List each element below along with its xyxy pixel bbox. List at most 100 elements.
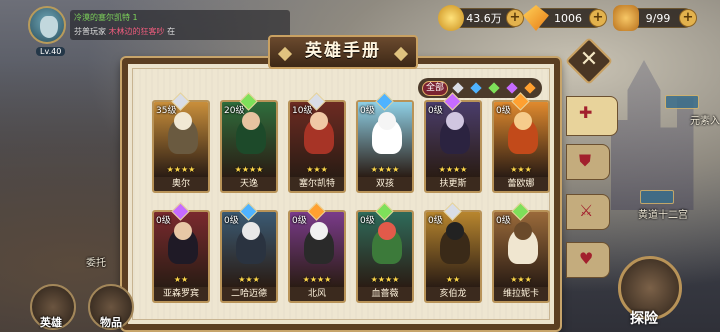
- hero-stars: ★★★★: [302, 275, 332, 284]
- hero-level: 10级: [292, 106, 313, 116]
- hero-card[interactable]: ★★★★ 天逸 20级: [220, 92, 278, 193]
- gold-value: 43.6万: [466, 12, 502, 25]
- zodiac-label[interactable]: 黄道十二宫: [638, 206, 688, 221]
- hero-stars: ★★★: [238, 275, 260, 284]
- hero-head: [446, 222, 464, 240]
- player-avatar[interactable]: [28, 6, 66, 44]
- explore-label[interactable]: 探险: [630, 308, 658, 328]
- hero-level: 0级: [428, 216, 443, 226]
- hero-name: 天逸: [222, 177, 276, 191]
- hero-card[interactable]: ★★★★ 奥尔 35级: [152, 92, 210, 193]
- hero-stars: ★★★★: [370, 275, 400, 284]
- gold-counter: 43.6万 +: [438, 5, 524, 31]
- commission-label[interactable]: 委托: [86, 254, 106, 269]
- hero-name: 二哈迈德: [222, 287, 276, 301]
- hero-name: 双孩: [358, 177, 412, 191]
- stamina-counter: 9/99 +: [613, 5, 697, 31]
- card-frame: ★★★★ 扶更斯 0级: [424, 100, 482, 193]
- add-stamina-button[interactable]: +: [679, 9, 697, 27]
- hero-name: 北风: [290, 287, 344, 301]
- hero-card[interactable]: ★★★ 蕾欧娜 0级: [492, 92, 550, 193]
- hero-name: 塞尔凯特: [290, 177, 344, 191]
- items-nav-label[interactable]: 物品: [100, 314, 122, 330]
- card-frame: ★★★ 蕾欧娜 0级: [492, 100, 550, 193]
- card-frame: ★★★ 维拉妮卡 0级: [492, 210, 550, 303]
- panel-title: 英雄手册: [305, 41, 381, 61]
- hero-stars: ★★★★: [370, 165, 400, 174]
- hero-card-grid: ★★★★ 奥尔 35级 ★★★★ 天逸 20级 ★★★ 塞尔凯特 10级 ★★★★ 双孩 0级 ★★★★…: [152, 92, 556, 320]
- add-diamond-button[interactable]: +: [589, 9, 607, 27]
- hero-head: [242, 222, 260, 240]
- hero-card[interactable]: ★★★ 二哈迈德 0级: [220, 202, 278, 303]
- tab-all[interactable]: ✚: [566, 96, 618, 136]
- card-frame: ★★★★ 天逸 20级: [220, 100, 278, 193]
- hero-head: [174, 112, 192, 130]
- hero-card[interactable]: ★★★ 维拉妮卡 0级: [492, 202, 550, 303]
- hero-stars: ★★★★: [438, 165, 468, 174]
- hero-card[interactable]: ★★ 亚森罗宾 0级: [152, 202, 210, 303]
- hero-level: 0级: [496, 106, 511, 116]
- hero-head: [310, 222, 328, 240]
- castle-background: [611, 60, 694, 210]
- close-icon[interactable]: ✕: [572, 43, 606, 77]
- hero-card[interactable]: ★★★★ 北风 0级: [288, 202, 346, 303]
- title-gem-icon: [393, 46, 409, 62]
- card-frame: ★★★★ 双孩 0级: [356, 100, 414, 193]
- chat-highlight: 木林边的狂客吵: [108, 27, 165, 36]
- heroes-nav-label[interactable]: 英雄: [40, 314, 62, 330]
- blue-gem-icon: [470, 82, 482, 94]
- filter-orange-button[interactable]: [522, 81, 538, 96]
- hero-name: 蕾欧娜: [494, 177, 548, 191]
- heart-tab-icon: ♥: [579, 249, 594, 268]
- avatar-face: [40, 16, 58, 38]
- chat-sender: 冷漠的塞尔凯特 1: [74, 13, 138, 22]
- hero-card[interactable]: ★★★★ 扶更斯 0级: [424, 92, 482, 193]
- hero-name: 血蔷薇: [358, 287, 412, 301]
- hero-card[interactable]: ★★★ 塞尔凯特 10级: [288, 92, 346, 193]
- hero-head: [514, 112, 532, 130]
- chat-player: 芬普玩家: [74, 27, 106, 36]
- filter-blue-button[interactable]: [468, 81, 484, 96]
- stamina-value: 9/99: [645, 11, 671, 25]
- hero-level: 0级: [360, 106, 375, 116]
- banner-decoration: [640, 190, 674, 204]
- hero-card[interactable]: ★★★★ 双孩 0级: [356, 92, 414, 193]
- hero-head: [378, 112, 396, 130]
- hero-name: 亚森罗宾: [154, 287, 208, 301]
- card-frame: ★★★ 塞尔凯特 10级: [288, 100, 346, 193]
- title-gem-icon: [277, 46, 293, 62]
- hero-name: 维拉妮卡: [494, 287, 548, 301]
- chat-line-1: 冷漠的塞尔凯特 1: [74, 11, 286, 25]
- hero-level: 0级: [496, 216, 511, 226]
- hero-level: 0级: [292, 216, 307, 226]
- filter-all-button[interactable]: 全部: [422, 80, 448, 96]
- chat-preview[interactable]: 冷漠的塞尔凯特 1 芬普玩家 木林边的狂客吵 在: [70, 10, 290, 40]
- banner-decoration: [665, 95, 699, 109]
- filter-green-button[interactable]: [486, 81, 502, 96]
- chat-suffix: 在: [167, 27, 176, 36]
- shield-tab-icon: ⛊: [579, 151, 592, 170]
- hero-card[interactable]: ★★ 亥伯龙 0级: [424, 202, 482, 303]
- hero-stars: ★★★: [510, 165, 532, 174]
- hero-head: [174, 222, 192, 240]
- tab-defense[interactable]: ⛊: [566, 144, 610, 180]
- hero-card[interactable]: ★★★★ 血蔷薇 0级: [356, 202, 414, 303]
- hero-head: [446, 112, 464, 130]
- add-gold-button[interactable]: +: [506, 9, 524, 27]
- diamond-counter: 1006 +: [523, 5, 607, 31]
- tab-attack[interactable]: ⚔: [566, 194, 610, 230]
- orange-gem-icon: [524, 82, 536, 94]
- hero-level: 0级: [428, 106, 443, 116]
- chat-line-2: 芬普玩家 木林边的狂客吵 在: [74, 25, 286, 39]
- hero-name: 亥伯龙: [426, 287, 480, 301]
- hero-stars: ★★: [445, 275, 461, 284]
- hero-name: 奥尔: [154, 177, 208, 191]
- card-frame: ★★★★ 奥尔 35级: [152, 100, 210, 193]
- diamond-value: 1006: [554, 11, 582, 25]
- hero-stars: ★★★★: [166, 165, 196, 174]
- card-frame: ★★★★ 血蔷薇 0级: [356, 210, 414, 303]
- tab-support[interactable]: ♥: [566, 242, 610, 278]
- white-gem-icon: [452, 82, 464, 94]
- card-frame: ★★ 亚森罗宾 0级: [152, 210, 210, 303]
- tower-label[interactable]: 元素入: [690, 112, 720, 127]
